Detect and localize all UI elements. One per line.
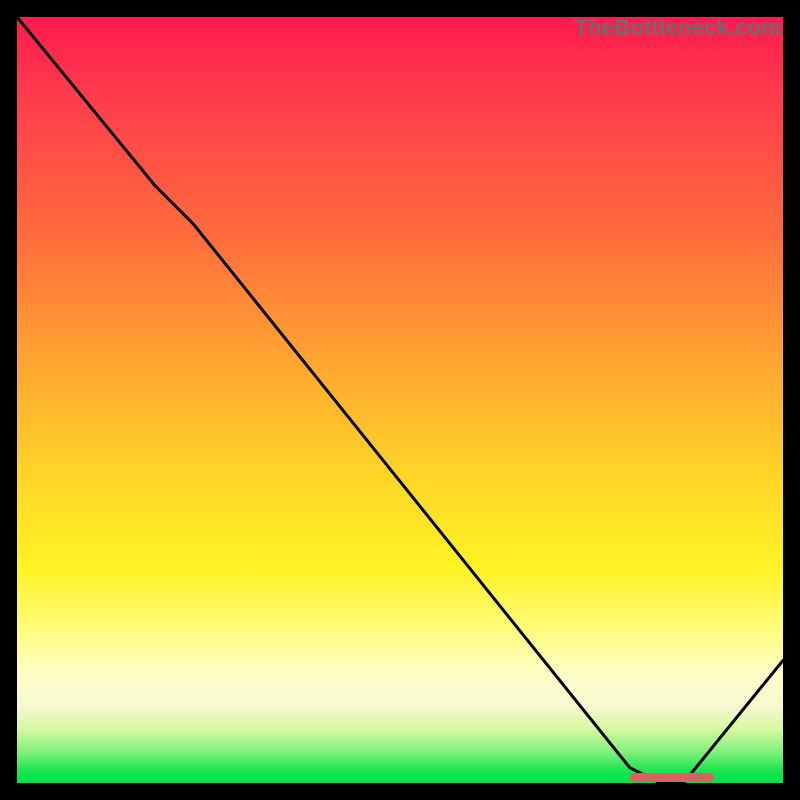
plot-area: TheBottleneck.com xyxy=(17,17,783,783)
chart-frame: TheBottleneck.com xyxy=(0,0,800,800)
curve-path xyxy=(17,17,783,783)
bottleneck-curve xyxy=(17,17,783,783)
optimal-range-marker xyxy=(630,773,714,782)
